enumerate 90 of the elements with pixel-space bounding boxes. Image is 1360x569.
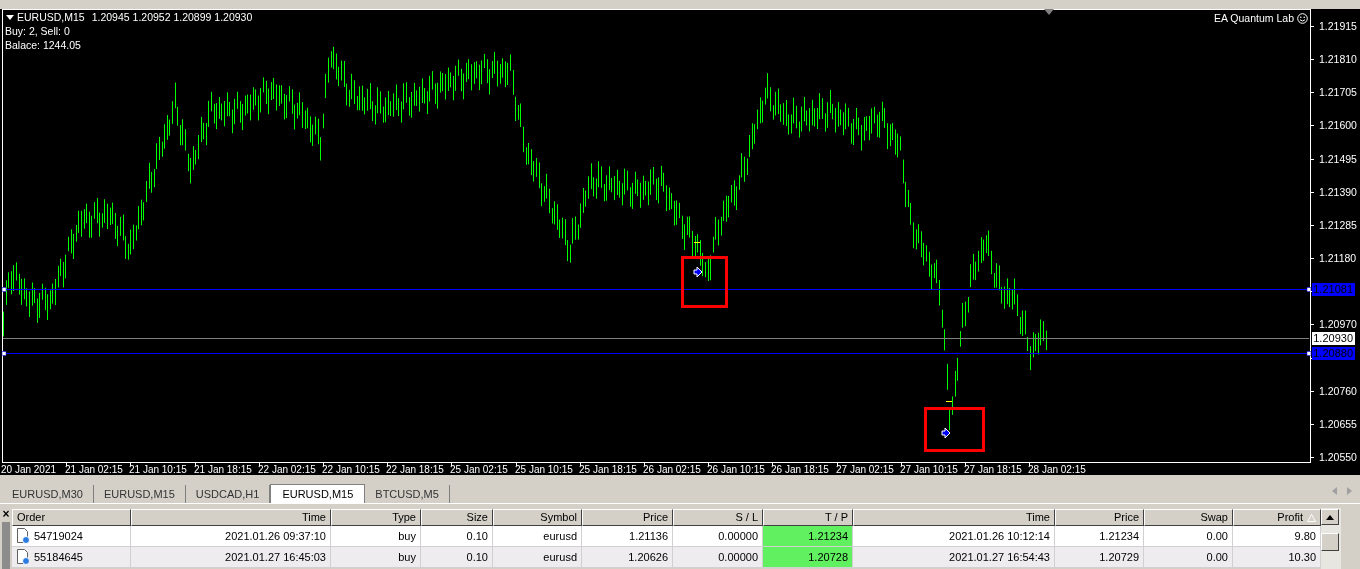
order-line[interactable]: [1, 287, 1312, 292]
price-label: 1.20930: [1312, 332, 1355, 345]
order-number: 54719024: [34, 529, 83, 544]
column-header[interactable]: Size: [421, 509, 493, 526]
table-cell: 0.00000: [673, 547, 763, 568]
column-header[interactable]: Profit: [1233, 509, 1321, 526]
time-axis-label: 21 Jan 18:15: [194, 463, 252, 476]
close-marker: [945, 401, 953, 402]
scroll-up-icon[interactable]: [1326, 514, 1334, 520]
table-cell: 0.10: [421, 547, 493, 568]
table-cell: 10.30: [1233, 547, 1321, 568]
price-label: 1.20880: [1312, 347, 1355, 360]
table-cell: 1.21136: [582, 526, 673, 547]
column-header[interactable]: Symbol: [493, 509, 582, 526]
price-axis-label: 1.21810: [1319, 53, 1357, 67]
arrow-icon: [941, 427, 951, 439]
highlight-rectangle: [681, 256, 728, 308]
time-axis-label: 20 Jan 2021: [1, 463, 57, 476]
time-axis-label: 25 Jan 18:15: [579, 463, 637, 476]
price-axis-label: 1.20550: [1319, 450, 1357, 464]
column-header[interactable]: Order: [12, 509, 131, 526]
table-cell: 0.00: [1144, 547, 1233, 568]
table-cell: 1.21234: [1055, 526, 1144, 547]
table-cell: 9.80: [1233, 526, 1321, 547]
close-button[interactable]: ×: [2, 508, 10, 520]
table-cell: 0.00000: [673, 526, 763, 547]
table-cell: 1.20729: [1055, 547, 1144, 568]
table-cell: 0.10: [421, 526, 493, 547]
price-axis-label: 1.21495: [1319, 152, 1357, 166]
scrollbar[interactable]: [1321, 508, 1341, 569]
column-header[interactable]: Price: [582, 509, 673, 526]
table-cell: 2021.01.27 16:54:43: [853, 547, 1055, 568]
column-label: Profit: [1277, 510, 1303, 525]
symbol-label: EURUSD,M15: [17, 11, 85, 24]
table-cell: 1.21234: [763, 526, 853, 547]
time-axis-label: 27 Jan 10:15: [900, 463, 958, 476]
price-axis-label: 1.20760: [1319, 384, 1357, 398]
expert-label: EA Quantum Lab: [1214, 12, 1294, 25]
price-axis-label: 1.21390: [1319, 185, 1357, 199]
price-axis-label: 1.21705: [1319, 86, 1357, 100]
shift-marker-icon[interactable]: [1044, 9, 1054, 15]
column-header[interactable]: Time: [853, 509, 1055, 526]
column-header[interactable]: S / L: [673, 509, 763, 526]
chart-tab[interactable]: EURUSD,M15: [270, 484, 366, 503]
time-axis-label: 22 Jan 10:15: [322, 463, 380, 476]
table-cell: eurusd: [493, 526, 582, 547]
column-header[interactable]: T / P: [763, 509, 853, 526]
time-axis-label: 22 Jan 02:15: [258, 463, 316, 476]
time-axis-label: 25 Jan 10:15: [515, 463, 573, 476]
time-axis-label: 26 Jan 10:15: [707, 463, 765, 476]
time-axis-label: 21 Jan 10:15: [129, 463, 187, 476]
table-cell: 2021.01.26 09:37:10: [131, 526, 331, 547]
time-axis-label: 27 Jan 18:15: [964, 463, 1022, 476]
price-axis-label: 1.20970: [1319, 318, 1357, 332]
smiley-icon: [1297, 13, 1308, 24]
table-cell: 0.00: [1144, 526, 1233, 547]
info-text: Balace: 1244.05: [5, 39, 81, 52]
column-header[interactable]: Swap: [1144, 509, 1233, 526]
table-cell: buy: [331, 526, 421, 547]
price-axis-label: 1.20655: [1319, 417, 1357, 431]
time-axis-label: 26 Jan 02:15: [643, 463, 701, 476]
column-header[interactable]: Type: [331, 509, 421, 526]
table-cell: eurusd: [493, 547, 582, 568]
info-text: Buy: 2, Sell: 0: [5, 25, 70, 38]
table-cell: buy: [331, 547, 421, 568]
time-axis-label: 28 Jan 02:15: [1028, 463, 1086, 476]
close-marker: [693, 242, 701, 243]
arrow-icon: [693, 266, 703, 278]
price-axis-label: 1.21915: [1319, 20, 1357, 33]
time-axis-label: 22 Jan 18:15: [386, 463, 444, 476]
time-axis-label: 26 Jan 18:15: [771, 463, 829, 476]
time-axis-label: 25 Jan 02:15: [450, 463, 508, 476]
dropdown-icon[interactable]: [6, 15, 14, 20]
price-label: 1.21081: [1312, 283, 1355, 296]
table-cell: 2021.01.26 10:12:14: [853, 526, 1055, 547]
price-axis-label: 1.21285: [1319, 218, 1357, 232]
order-number: 55184645: [34, 550, 83, 565]
column-header[interactable]: Price: [1055, 509, 1144, 526]
highlight-rectangle: [924, 407, 985, 452]
price-axis-label: 1.21180: [1319, 252, 1357, 266]
table-cell: 1.20728: [763, 547, 853, 568]
panel-grip: [2, 522, 10, 569]
time-axis-label: 21 Jan 02:15: [65, 463, 123, 476]
column-header[interactable]: Time: [131, 509, 331, 526]
table-cell: 1.20626: [582, 547, 673, 568]
order-icon: [16, 549, 30, 565]
price-axis-label: 1.21600: [1319, 119, 1357, 133]
price-quotes: 1.20945 1.20952 1.20899 1.20930: [91, 11, 253, 24]
table-cell: 2021.01.27 16:45:03: [131, 547, 331, 568]
time-axis-label: 27 Jan 02:15: [836, 463, 894, 476]
